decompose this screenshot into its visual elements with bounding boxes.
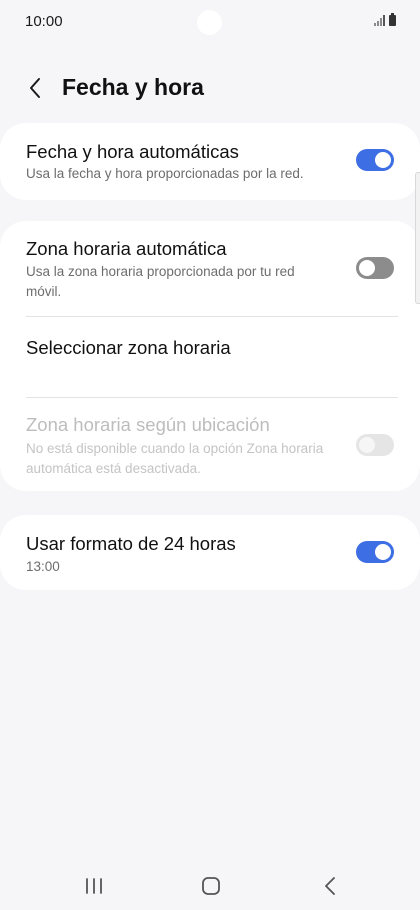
scroll-indicator [415,172,420,304]
toggle-knob [359,437,375,453]
status-time: 10:00 [25,13,63,30]
setting-title: Zona horaria según ubicación [26,414,270,435]
setting-24h-format[interactable]: Usar formato de 24 horas 13:00 [0,515,420,590]
setting-select-timezone[interactable]: Seleccionar zona horaria [0,317,420,397]
home-icon [202,877,220,895]
back-button[interactable] [22,74,48,102]
setting-title: Fecha y hora automáticas [26,141,239,162]
setting-title: Usar formato de 24 horas [26,533,236,554]
app-header: Fecha y hora [0,70,420,106]
home-button[interactable] [191,874,231,898]
setting-subtitle: 13:00 [26,559,60,574]
front-camera [197,10,222,35]
setting-auto-timezone[interactable]: Zona horaria automática Usa la zona hora… [0,221,420,316]
recent-apps-icon [86,878,102,894]
setting-subtitle: No está disponible cuando la opción Zona… [26,441,324,476]
status-icons [374,13,396,26]
navigation-bar [0,860,420,910]
setting-title: Seleccionar zona horaria [26,337,231,358]
setting-auto-datetime[interactable]: Fecha y hora automáticas Usa la fecha y … [0,123,420,200]
toggle-24h-format[interactable] [356,541,394,563]
toggle-knob [375,152,391,168]
setting-title: Zona horaria automática [26,238,227,259]
page-title: Fecha y hora [62,74,204,100]
battery-icon [389,13,396,26]
back-icon [325,877,335,895]
toggle-auto-datetime[interactable] [356,149,394,171]
toggle-auto-timezone[interactable] [356,257,394,279]
toggle-location-timezone [356,434,394,456]
nav-back-button[interactable] [310,874,350,898]
status-bar: 10:00 [0,0,420,44]
card-auto-datetime: Fecha y hora automáticas Usa la fecha y … [0,123,420,200]
setting-location-timezone: Zona horaria según ubicación No está dis… [0,398,420,491]
toggle-knob [375,544,391,560]
setting-subtitle: Usa la fecha y hora proporcionadas por l… [26,166,304,181]
toggle-knob [359,260,375,276]
recent-apps-button[interactable] [74,874,114,898]
card-timezone: Zona horaria automática Usa la zona hora… [0,221,420,491]
card-24h-format: Usar formato de 24 horas 13:00 [0,515,420,590]
signal-icon [374,14,385,26]
setting-subtitle: Usa la zona horaria proporcionada por tu… [26,264,295,299]
chevron-left-icon [30,78,40,98]
